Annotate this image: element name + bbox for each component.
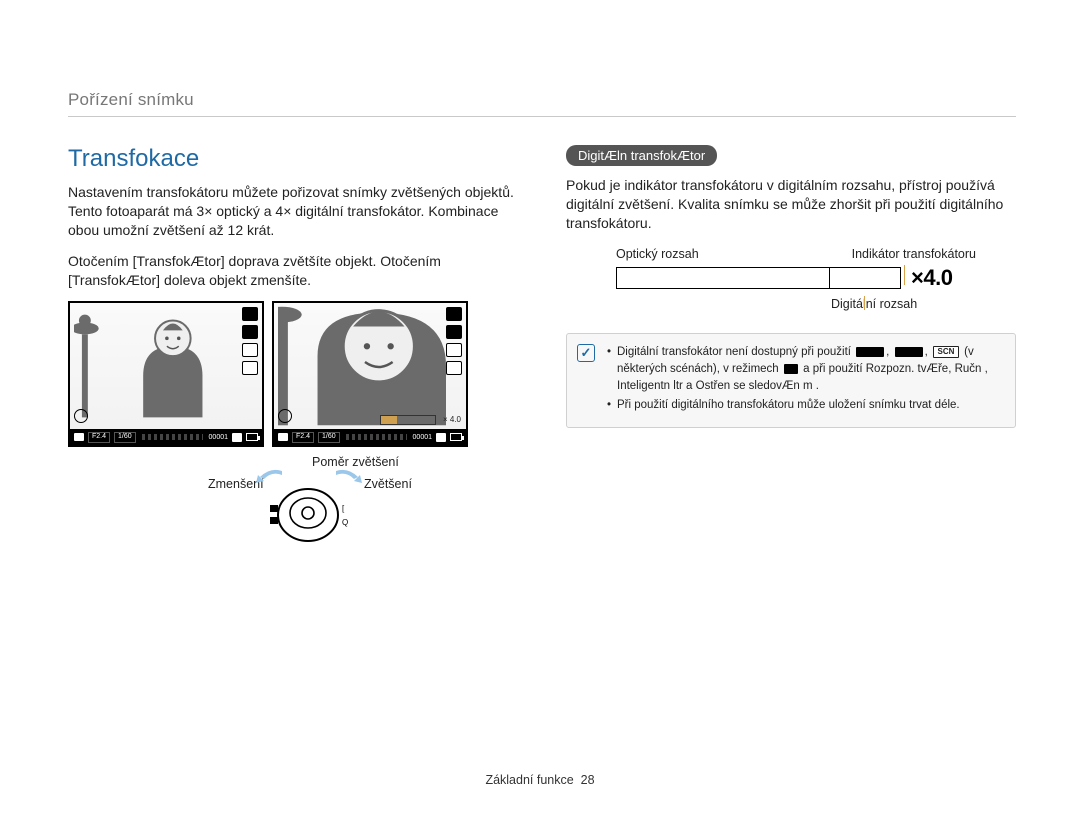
intro-paragraph-2: Otočením [TransfokÆtor] doprava zvětšíte… bbox=[68, 252, 518, 290]
battery-icon bbox=[246, 433, 258, 441]
aperture-value: F2.4 bbox=[88, 432, 110, 442]
quality-icon bbox=[446, 307, 462, 321]
meter-icon bbox=[242, 343, 258, 357]
zoom-indicator-value: × 4.0 bbox=[443, 415, 461, 424]
optical-segment bbox=[617, 268, 830, 288]
zoom-in-label: Zvětšení bbox=[364, 477, 412, 491]
aperture-value: F2.4 bbox=[292, 432, 314, 442]
page-footer: Základní funkce 28 bbox=[0, 773, 1080, 787]
note-item: Digitální transfokátor není dostupný při… bbox=[607, 344, 1001, 396]
counter-value: 00001 bbox=[209, 434, 228, 441]
lcd-preview-zoomed: × 4.0 F2.4 1/60 00001 bbox=[272, 301, 468, 447]
shutter-value: 1/60 bbox=[318, 432, 340, 442]
scn-mode-icon: SCN bbox=[933, 346, 959, 358]
right-column: DigitÆln transfokÆtor Pokud je indikátor… bbox=[566, 145, 1016, 559]
digital-segment bbox=[830, 268, 901, 288]
callout-line bbox=[904, 265, 905, 285]
note-item: Při použití digitálního transfokátoru mů… bbox=[607, 397, 1001, 414]
dual-mode-icon bbox=[895, 347, 923, 357]
digital-zoom-paragraph: Pokud je indikátor transfokátoru v digit… bbox=[566, 176, 1016, 233]
shutter-value: 1/60 bbox=[114, 432, 136, 442]
intro-paragraph-1: Nastavením transfokátoru můžete pořizova… bbox=[68, 183, 518, 240]
left-column: Transfokace Nastavením transfokátoru můž… bbox=[68, 145, 518, 559]
subsection-pill: DigitÆln transfokÆtor bbox=[566, 145, 717, 166]
info-note: Digitální transfokátor není dostupný při… bbox=[566, 333, 1016, 428]
optical-range-label: Optický rozsah bbox=[616, 247, 699, 261]
page-number: 28 bbox=[581, 773, 595, 787]
two-column-layout: Transfokace Nastavením transfokátoru můž… bbox=[68, 145, 1016, 559]
zoom-range-diagram: Optický rozsah Indikátor transfokátoru ×… bbox=[616, 247, 976, 311]
lcd-preview-wide: F2.4 1/60 00001 bbox=[68, 301, 264, 447]
camera-mode-icon bbox=[74, 433, 84, 441]
lcd-previews: F2.4 1/60 00001 bbox=[68, 301, 518, 447]
size-icon bbox=[242, 325, 258, 339]
zoom-dial-labels: Poměr zvětšení Zmenšení Zvětšení [ Q bbox=[68, 453, 518, 559]
digital-range-label: Digitální rozsah bbox=[831, 297, 976, 311]
movie-mode-icon bbox=[784, 364, 798, 374]
sd-icon bbox=[232, 433, 242, 442]
flash-icon bbox=[446, 361, 462, 375]
meter-icon bbox=[446, 343, 462, 357]
page-title: Transfokace bbox=[68, 145, 518, 173]
sd-icon bbox=[436, 433, 446, 442]
counter-value: 00001 bbox=[413, 434, 432, 441]
exposure-scale bbox=[346, 434, 407, 440]
svg-text:Q: Q bbox=[342, 518, 348, 527]
battery-icon bbox=[450, 433, 462, 441]
zoom-value-badge: ×4.0 bbox=[911, 265, 952, 291]
callout-line bbox=[864, 296, 865, 310]
zoom-indicator-label: Indikátor transfokátoru bbox=[852, 247, 976, 261]
flash-icon bbox=[242, 361, 258, 375]
footer-label: Základní funkce bbox=[485, 773, 573, 787]
status-bar: F2.4 1/60 00001 bbox=[274, 429, 466, 445]
quality-icon bbox=[242, 307, 258, 321]
zoom-dial-icon: [ Q bbox=[268, 469, 348, 549]
status-bar: F2.4 1/60 00001 bbox=[70, 429, 262, 445]
breadcrumb: Pořízení snímku bbox=[68, 90, 1016, 117]
smart-mode-icon bbox=[856, 347, 884, 357]
exposure-scale bbox=[142, 434, 203, 440]
svg-text:[: [ bbox=[342, 504, 345, 513]
info-icon bbox=[577, 344, 595, 362]
zoom-bar bbox=[616, 267, 901, 289]
scene-illustration bbox=[74, 303, 242, 429]
camera-mode-icon bbox=[278, 433, 288, 441]
zoom-indicator: × 4.0 bbox=[380, 415, 436, 425]
scene-illustration-zoomed bbox=[278, 303, 446, 429]
size-icon bbox=[446, 325, 462, 339]
